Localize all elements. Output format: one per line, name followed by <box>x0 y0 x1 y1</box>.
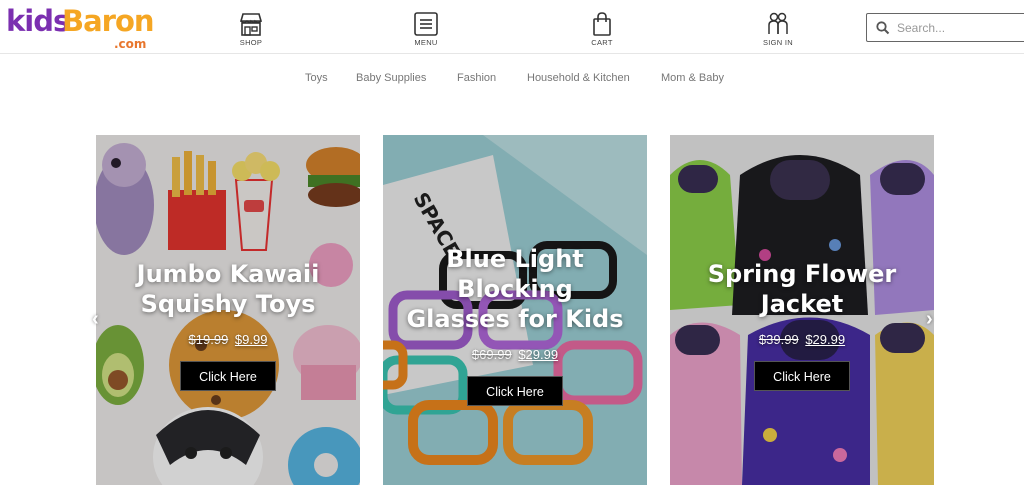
search-box <box>866 13 1024 42</box>
card-title: Spring Flower Jacket <box>670 259 934 319</box>
category-nav: Toys Baby Supplies Fashion Household & K… <box>0 72 1024 88</box>
card-price: $69.99 $29.99 <box>383 347 647 362</box>
click-here-button[interactable]: Click Here <box>180 361 276 391</box>
card-title-line: Blue Light <box>446 245 584 273</box>
category-fashion[interactable]: Fashion <box>457 72 496 84</box>
card-title: Blue Light Blocking Glasses for Kids <box>383 244 647 334</box>
cart-nav-button[interactable]: CART <box>572 12 632 52</box>
kidsbaron-logo[interactable]: kids Baron .com <box>6 4 155 52</box>
card-title-line: Jumbo Kawaii <box>136 260 320 288</box>
shop-label: SHOP <box>239 38 263 47</box>
sale-price: $9.99 <box>234 332 268 347</box>
card-title-line: Jacket <box>760 290 844 318</box>
product-card-glasses[interactable]: SPACE Blue Light Blocking Glasses for Ki… <box>383 135 647 485</box>
menu-label: MENU <box>414 38 438 47</box>
card-price: $19.99 $9.99 <box>96 332 360 347</box>
logo-dotcom-text: .com <box>114 37 147 51</box>
old-price: $39.99 <box>758 332 799 347</box>
cart-label: CART <box>591 38 613 47</box>
card-title-line: Glasses for Kids <box>406 305 624 333</box>
card-price: $39.99 $29.99 <box>670 332 934 347</box>
carousel-prev-arrow[interactable]: ‹ <box>92 308 99 331</box>
product-card-spring-jacket[interactable]: Spring Flower Jacket $39.99 $29.99 Click… <box>670 135 934 485</box>
signin-nav-button[interactable]: SIGN IN <box>748 12 808 52</box>
sale-price: $29.99 <box>518 347 559 362</box>
product-card-squishy-toys[interactable]: Jumbo Kawaii Squishy Toys $19.99 $9.99 C… <box>96 135 360 485</box>
signin-label: SIGN IN <box>762 38 794 47</box>
shop-nav-button[interactable]: SHOP <box>221 12 281 52</box>
category-mom-baby[interactable]: Mom & Baby <box>661 72 724 84</box>
card-title: Jumbo Kawaii Squishy Toys <box>96 259 360 319</box>
logo-baron-text: Baron <box>62 4 155 38</box>
card-title-line: Spring Flower <box>707 260 897 288</box>
click-here-button[interactable]: Click Here <box>467 376 563 406</box>
menu-nav-button[interactable]: MENU <box>396 12 456 52</box>
old-price: $69.99 <box>471 347 512 362</box>
sale-price: $29.99 <box>805 332 846 347</box>
carousel-next-arrow[interactable]: › <box>926 308 933 331</box>
shopping-bag-icon <box>593 12 611 36</box>
old-price: $19.99 <box>188 332 229 347</box>
logo-kids-text: kids <box>6 4 70 38</box>
user-icon <box>768 12 788 34</box>
category-baby-supplies[interactable]: Baby Supplies <box>356 72 426 84</box>
card-title-line: Squishy Toys <box>140 290 316 318</box>
search-input[interactable] <box>897 18 1017 38</box>
menu-icon <box>414 12 438 36</box>
storefront-icon <box>239 13 263 36</box>
category-household-kitchen[interactable]: Household & Kitchen <box>527 72 630 84</box>
click-here-button[interactable]: Click Here <box>754 361 850 391</box>
site-header: kids Baron .com SHOP MENU CART SIGN IN S… <box>0 0 1024 54</box>
category-toys[interactable]: Toys <box>305 72 328 84</box>
card-title-line: Blocking <box>457 275 573 303</box>
search-icon[interactable] <box>876 21 890 35</box>
